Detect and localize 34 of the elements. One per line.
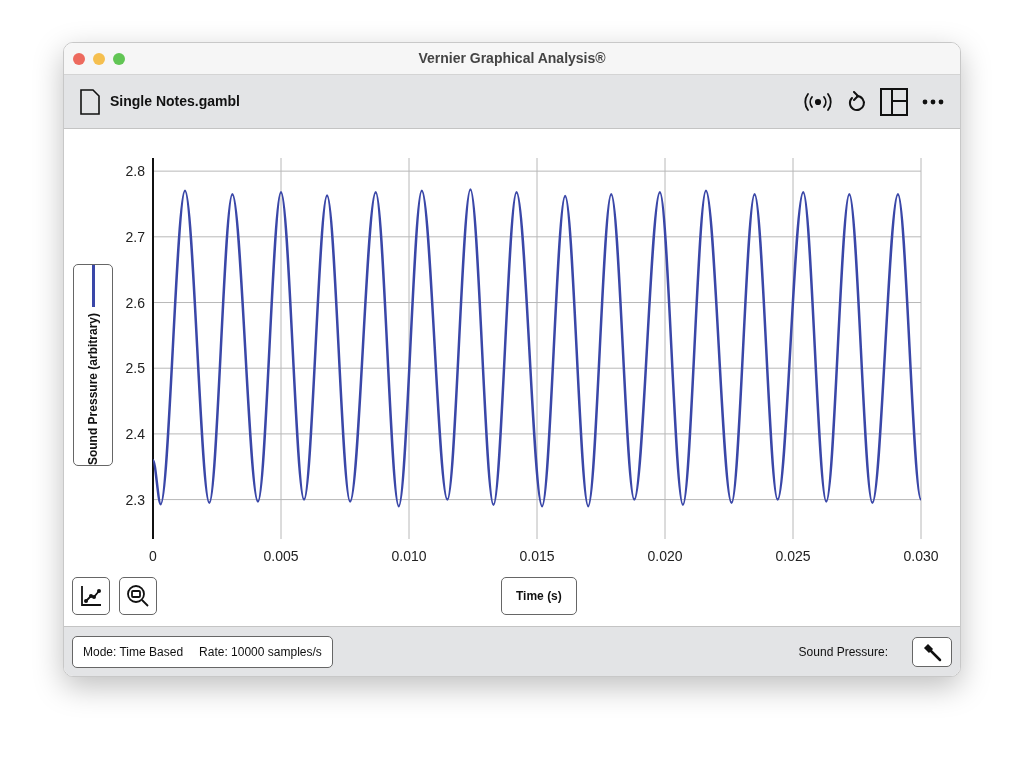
sensor-label: Sound Pressure: [798, 643, 888, 661]
x-axis-label-button[interactable]: Time (s) [501, 577, 577, 615]
window-title: Vernier Graphical Analysis® [418, 49, 606, 68]
sensor-button[interactable] [912, 636, 952, 667]
y-tick-label: 2.6 [125, 294, 145, 311]
y-tick-label: 2.8 [125, 163, 145, 180]
x-tick-label: 0.010 [391, 548, 427, 564]
mode-rate-panel[interactable]: Mode: Time Based Rate: 10000 samples/s [72, 635, 333, 668]
zoom-button[interactable] [119, 577, 157, 615]
zoom-icon [126, 584, 150, 608]
file-name[interactable]: Single Notes.gambl [110, 91, 240, 112]
y-tick-label: 2.7 [125, 228, 145, 245]
y-tick-label: 2.4 [125, 425, 145, 442]
x-tick-label: 0.020 [647, 548, 683, 564]
y-axis-label-button[interactable]: Sound Pressure (arbitrary) [73, 264, 113, 466]
layout-icon[interactable] [880, 87, 908, 116]
x-tick-label: 0 [149, 548, 157, 564]
x-tick-label: 0.030 [903, 548, 939, 564]
close-window-icon[interactable] [73, 52, 85, 65]
x-tick-label: 0.025 [775, 548, 811, 564]
reset-icon[interactable] [846, 90, 866, 113]
mode-text: Mode: Time Based [83, 643, 184, 661]
line-graph-icon [79, 584, 103, 608]
x-tick-label: 0.015 [519, 548, 555, 564]
document-icon[interactable] [80, 88, 100, 115]
more-icon[interactable] [922, 98, 944, 105]
graph-options-button[interactable] [72, 577, 110, 615]
probe-icon [922, 641, 942, 662]
series-line-icon [91, 265, 95, 307]
y-tick-label: 2.5 [125, 360, 145, 377]
broadcast-icon[interactable] [804, 92, 832, 111]
x-tick-label: 0.005 [263, 548, 299, 564]
y-tick-label: 2.3 [125, 491, 145, 508]
rate-text: Rate: 10000 samples/s [199, 643, 322, 661]
